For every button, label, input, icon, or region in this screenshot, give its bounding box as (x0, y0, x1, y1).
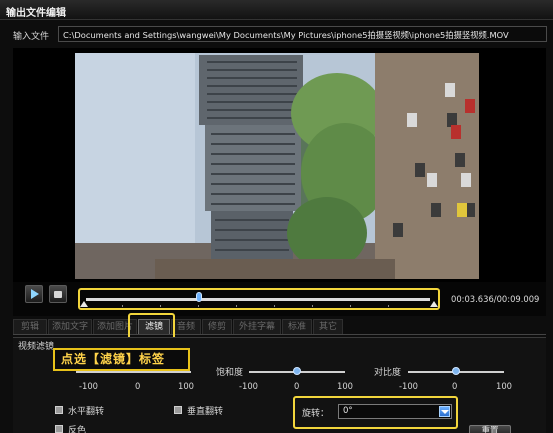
brightness-min: -100 (79, 381, 99, 391)
tab-cut[interactable]: 剪辑 (13, 319, 47, 334)
video-frame (75, 53, 479, 279)
saturation-mid: 0 (294, 381, 300, 391)
saturation-min: -100 (239, 381, 259, 391)
saturation-max: 100 (337, 381, 353, 391)
tab-add-text[interactable]: 添加文字 (48, 319, 92, 334)
invert-label: 反色 (68, 426, 87, 433)
contrast-mid: 0 (452, 381, 458, 391)
flip-horizontal-checkbox[interactable] (55, 406, 63, 414)
tick (198, 305, 199, 307)
tab-other[interactable]: 其它 (313, 319, 343, 334)
reset-button[interactable]: 重置 (469, 425, 511, 433)
player-controls: 00:03.636/00:09.009 (13, 282, 546, 316)
rotate-select[interactable]: 0° (338, 404, 452, 419)
flip-vertical-checkbox[interactable] (174, 406, 182, 414)
tab-subtitles[interactable]: 外挂字幕 (233, 319, 281, 334)
invert-checkbox[interactable] (55, 425, 63, 433)
brightness-mid: 0 (135, 381, 141, 391)
title-bar: 输出文件编辑 (0, 0, 553, 20)
edit-tabs: 剪辑 添加文字 添加图片 滤镜 音频 修剪 外挂字幕 标准 其它 (13, 319, 546, 335)
timeline-track[interactable] (86, 298, 430, 301)
tick (160, 305, 161, 307)
flip-horizontal-label: 水平翻转 (68, 407, 105, 417)
play-button[interactable] (25, 285, 43, 303)
tick (274, 305, 275, 307)
timeline-thumb[interactable] (196, 292, 202, 302)
time-readout: 00:03.636/00:09.009 (451, 294, 540, 304)
input-file-path[interactable]: C:\Documents and Settings\wangwei\My Doc… (58, 26, 547, 42)
window-title: 输出文件编辑 (6, 8, 66, 19)
instruction-callout: 点选【滤镜】标签 (53, 348, 190, 371)
rotate-label: 旋转： (302, 409, 330, 419)
saturation-label: 饱和度 (216, 368, 244, 378)
flip-vertical-label: 垂直翻转 (187, 407, 224, 417)
stop-button[interactable] (49, 285, 67, 303)
contrast-slider-knob[interactable] (452, 367, 460, 375)
saturation-slider-knob[interactable] (293, 367, 301, 375)
timeline-highlight (78, 288, 440, 310)
tab-standard[interactable]: 标准 (282, 319, 312, 334)
contrast-label: 对比度 (374, 368, 402, 378)
brightness-max: 100 (178, 381, 194, 391)
end-marker[interactable] (430, 301, 438, 307)
tick (236, 305, 237, 307)
tick (122, 305, 123, 307)
video-preview (13, 48, 546, 282)
filter-panel-title: 视频滤镜 (18, 342, 55, 352)
tab-audio[interactable]: 音频 (171, 319, 201, 334)
input-file-row: 输入文件 C:\Documents and Settings\wangwei\M… (0, 24, 553, 44)
tick (388, 305, 389, 307)
contrast-max: 100 (496, 381, 512, 391)
contrast-min: -100 (399, 381, 419, 391)
start-marker[interactable] (80, 301, 88, 307)
tick (312, 305, 313, 307)
tab-trim[interactable]: 修剪 (202, 319, 232, 334)
rotate-value: 0° (343, 406, 353, 416)
tick (350, 305, 351, 307)
brightness-slider-track[interactable] (76, 371, 191, 373)
input-file-label: 输入文件 (13, 32, 50, 42)
chevron-down-icon[interactable] (439, 406, 450, 417)
